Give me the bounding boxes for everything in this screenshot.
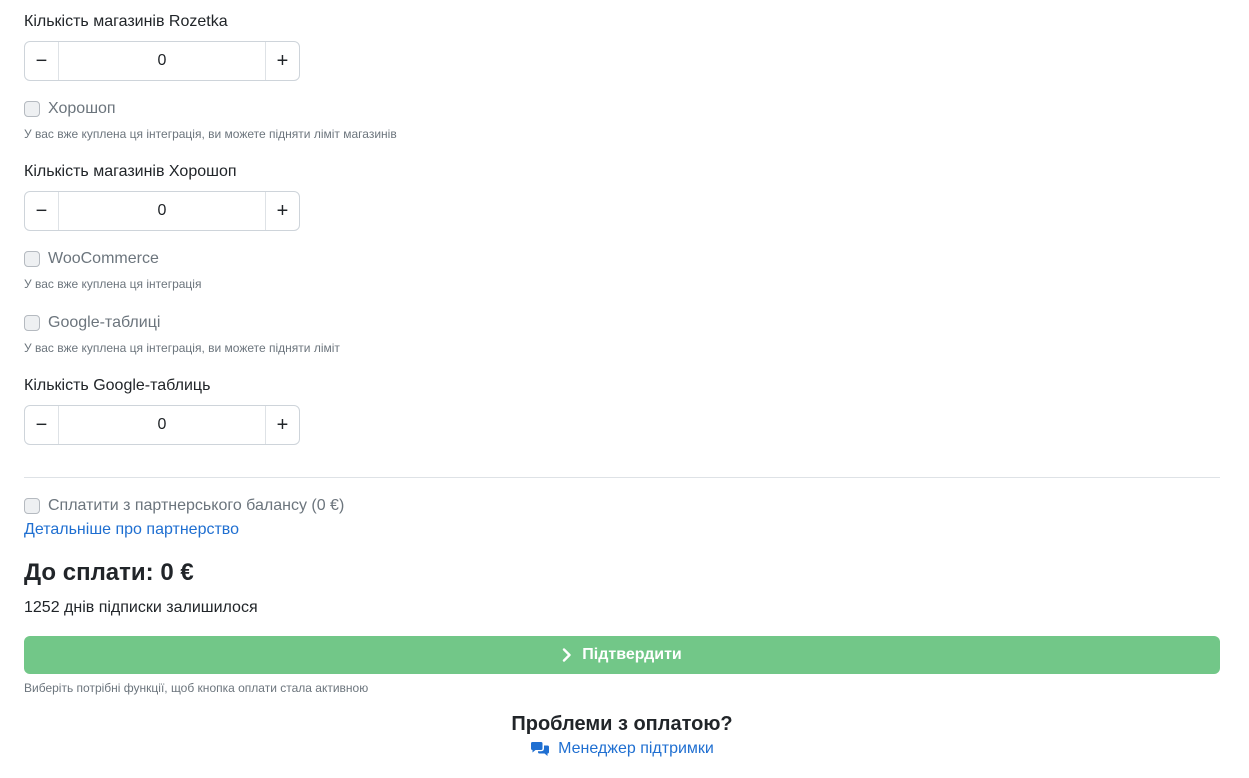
rozetka-increment-button[interactable]: + [265, 42, 299, 80]
confirm-hint: Виберіть потрібні функції, щоб кнопка оп… [24, 681, 369, 695]
google-sheets-count-label: Кількість Google-таблиць [24, 377, 211, 394]
horoshop-checkbox-row[interactable]: Хорошоп [24, 100, 116, 118]
partner-balance-checkbox-label[interactable]: Сплатити з партнерського балансу (0 €) [48, 497, 344, 515]
google-sheets-checkbox-row[interactable]: Google-таблиці [24, 314, 160, 332]
rozetka-count-input[interactable]: 0 [59, 42, 265, 80]
horoshop-count-input[interactable]: 0 [59, 192, 265, 230]
support-manager-link-label[interactable]: Менеджер підтримки [558, 740, 714, 758]
google-sheets-checkbox-label[interactable]: Google-таблиці [48, 314, 160, 332]
rozetka-count-stepper: − 0 + [24, 41, 300, 81]
horoshop-checkbox-label[interactable]: Хорошоп [48, 100, 116, 118]
google-sheets-count-input[interactable]: 0 [59, 406, 265, 444]
subscription-days-left: 1252 днів підписки залишилося [24, 599, 258, 616]
chat-icon [530, 741, 550, 757]
woocommerce-checkbox[interactable] [24, 251, 40, 267]
horoshop-hint: У вас вже куплена ця інтеграція, ви може… [24, 127, 397, 141]
google-sheets-checkbox[interactable] [24, 315, 40, 331]
support-manager-link[interactable]: Менеджер підтримки [0, 740, 1244, 758]
payment-problems-title: Проблеми з оплатою? [511, 713, 733, 735]
horoshop-decrement-button[interactable]: − [25, 192, 59, 230]
google-sheets-decrement-button[interactable]: − [25, 406, 59, 444]
total-amount: До сплати: 0 € [24, 559, 194, 586]
confirm-button-label: Підтвердити [582, 646, 682, 663]
horoshop-count-label: Кількість магазинів Хорошоп [24, 163, 237, 180]
google-sheets-count-stepper: − 0 + [24, 405, 300, 445]
google-sheets-hint: У вас вже куплена ця інтеграція, ви може… [24, 341, 340, 355]
partnership-details-link[interactable]: Детальніше про партнерство [24, 521, 239, 539]
woocommerce-checkbox-label[interactable]: WooCommerce [48, 250, 159, 268]
rozetka-count-label: Кількість магазинів Rozetka [24, 13, 228, 30]
horoshop-increment-button[interactable]: + [265, 192, 299, 230]
confirm-button[interactable]: Підтвердити [24, 636, 1220, 674]
horoshop-count-stepper: − 0 + [24, 191, 300, 231]
rozetka-decrement-button[interactable]: − [25, 42, 59, 80]
horoshop-checkbox[interactable] [24, 101, 40, 117]
partner-balance-checkbox[interactable] [24, 498, 40, 514]
chevron-right-icon [562, 648, 572, 662]
google-sheets-increment-button[interactable]: + [265, 406, 299, 444]
partner-balance-checkbox-row[interactable]: Сплатити з партнерського балансу (0 €) [24, 497, 344, 515]
woocommerce-checkbox-row[interactable]: WooCommerce [24, 250, 159, 268]
woocommerce-hint: У вас вже куплена ця інтеграція [24, 277, 202, 291]
section-divider [24, 477, 1220, 478]
